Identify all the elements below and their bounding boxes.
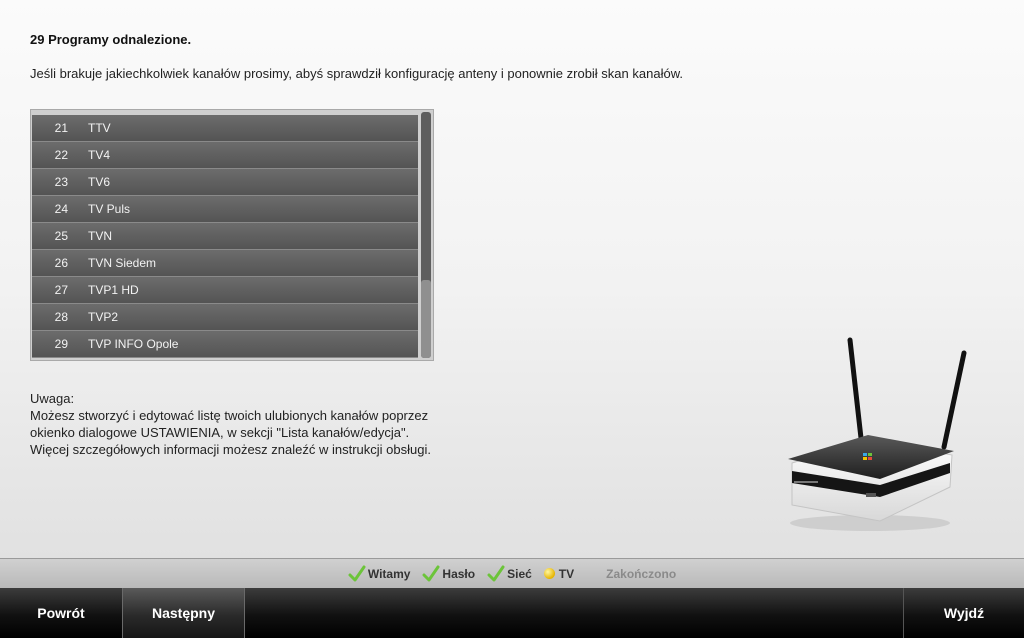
channel-name: TV Puls: [88, 202, 131, 216]
page-title: 29 Programy odnalezione.: [30, 32, 192, 47]
channel-row[interactable]: 27 TVP1 HD: [32, 277, 418, 304]
channel-name: TTV: [88, 121, 111, 135]
note-line: okienko dialogowe USTAWIENIA, w sekcji "…: [30, 425, 410, 440]
back-button[interactable]: Powrót: [0, 588, 122, 638]
note-block: Uwaga: Możesz stworzyć i edytować listę …: [30, 390, 431, 458]
channel-row[interactable]: 25 TVN: [32, 223, 418, 250]
intro-message: Jeśli brakuje jakiechkolwiek kanałów pro…: [30, 66, 683, 81]
channel-number: 26: [54, 256, 68, 270]
router-image: [770, 335, 970, 540]
channel-list: 21 TTV 22 TV4 23 TV6 24 TV Puls 25 TVN 26 TVN …: [32, 115, 418, 358]
exit-button[interactable]: Wyjdź: [903, 588, 1024, 638]
channel-number: 23: [54, 175, 68, 189]
channel-row[interactable]: 21 TTV: [32, 115, 418, 142]
next-button[interactable]: Następny: [122, 588, 245, 638]
check-icon: [487, 565, 505, 581]
channel-list-panel[interactable]: 21 TTV 22 TV4 23 TV6 24 TV Puls 25 TVN 26 TVN …: [30, 109, 434, 361]
channel-name: TVP2: [88, 310, 119, 324]
channel-row[interactable]: 26 TVN Siedem: [32, 250, 418, 277]
dot-icon: [543, 568, 555, 579]
check-icon: [348, 565, 366, 581]
step-tv: TV: [543, 566, 575, 581]
channel-row[interactable]: 29 TVP INFO Opole: [32, 331, 418, 358]
note-label: Uwaga:: [30, 391, 75, 406]
channel-name: TVN Siedem: [88, 256, 157, 270]
step-zakonczono: Zakończono: [606, 567, 676, 581]
check-icon: [422, 565, 440, 581]
step-label: Hasło: [442, 566, 476, 581]
wizard-progress-bar: Witamy Hasło Sieć TV Zakończono: [0, 558, 1024, 588]
note-line: Możesz stworzyć i edytować listę twoich …: [30, 408, 429, 423]
channel-row[interactable]: 23 TV6: [32, 169, 418, 196]
scrollbar-thumb[interactable]: [421, 280, 431, 358]
channel-row[interactable]: 24 TV Puls: [32, 196, 418, 223]
note-line: Więcej szczegółowych informacji możesz z…: [30, 442, 431, 457]
channel-number: 21: [54, 121, 68, 135]
step-label: Zakończono: [606, 566, 677, 581]
step-label: Sieć: [507, 566, 532, 581]
channel-number: 22: [54, 148, 68, 162]
channel-number: 29: [54, 337, 68, 351]
channel-name: TVP INFO Opole: [88, 337, 179, 351]
channel-number: 25: [54, 229, 68, 243]
channel-number: 28: [54, 310, 68, 324]
channel-row[interactable]: 28 TVP2: [32, 304, 418, 331]
step-haslo: Hasło: [422, 565, 475, 583]
step-siec: Sieć: [487, 565, 532, 583]
step-label: Witamy: [367, 566, 411, 581]
channel-name: TVP1 HD: [88, 283, 139, 297]
channel-row[interactable]: 22 TV4: [32, 142, 418, 169]
channel-number: 27: [54, 283, 68, 297]
channel-name: TV6: [88, 175, 111, 189]
step-label: TV: [558, 566, 575, 581]
channel-name: TVN: [88, 229, 112, 243]
channel-number: 24: [54, 202, 68, 216]
channel-name: TV4: [88, 148, 111, 162]
bottom-nav: Powrót Następny Wyjdź: [0, 588, 1024, 638]
step-witamy: Witamy: [348, 565, 411, 583]
